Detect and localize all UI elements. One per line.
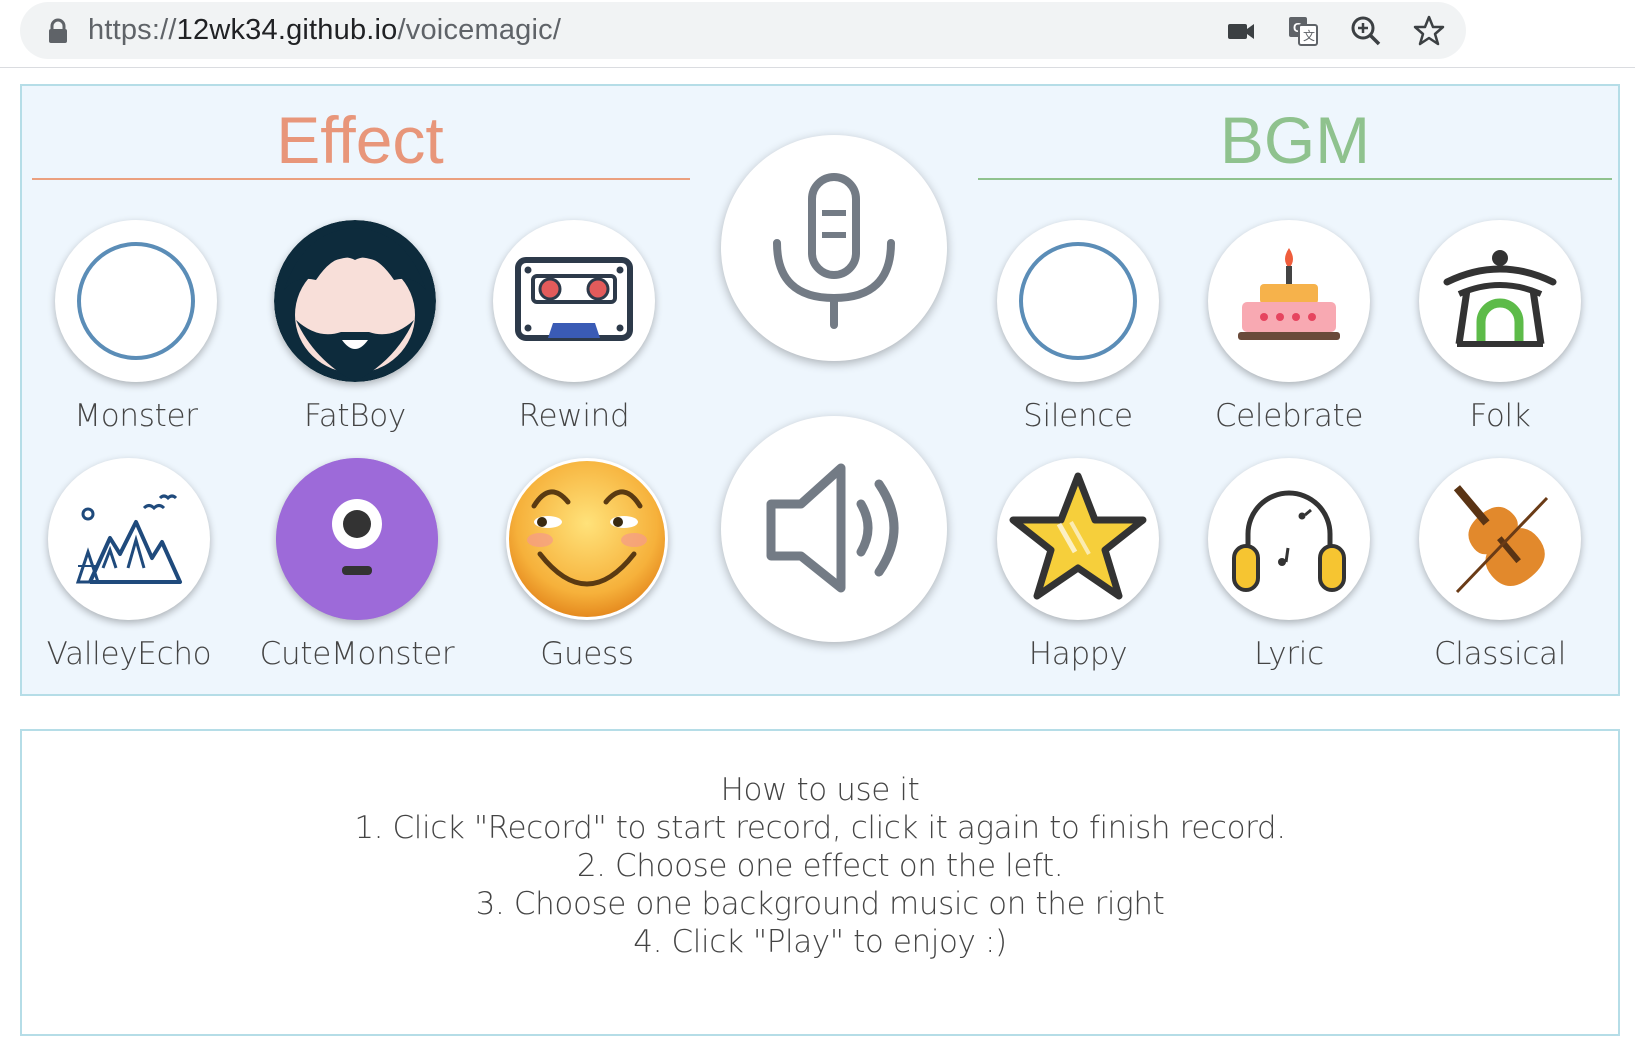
bgm-happy[interactable]: Happy bbox=[973, 458, 1183, 672]
zoom-icon[interactable] bbox=[1349, 14, 1383, 48]
bgm-label: Folk bbox=[1469, 398, 1531, 434]
microphone-icon bbox=[773, 173, 895, 329]
url-scheme: https:// bbox=[88, 14, 177, 46]
bgm-classical[interactable]: Classical bbox=[1395, 458, 1605, 672]
cake-icon bbox=[1238, 248, 1340, 340]
translate-icon[interactable]: G 文 bbox=[1286, 14, 1320, 48]
cassette-icon bbox=[515, 257, 633, 341]
effect-label: ValleyEcho bbox=[46, 636, 212, 672]
bgm-folk-button[interactable] bbox=[1419, 220, 1581, 382]
bgm-label: Happy bbox=[1028, 636, 1128, 672]
effect-divider bbox=[32, 178, 690, 180]
url-text[interactable]: https://12wk34.github.io/voicemagic/ bbox=[88, 14, 561, 47]
bgm-lyric-button[interactable] bbox=[1208, 458, 1370, 620]
speaker-icon bbox=[766, 463, 899, 593]
bgm-folk[interactable]: Folk bbox=[1395, 220, 1605, 434]
bookmark-star-icon[interactable] bbox=[1412, 14, 1446, 48]
instructions-step: 4. Click "Play" to enjoy :) bbox=[633, 924, 1007, 960]
effect-rewind-button[interactable] bbox=[493, 220, 655, 382]
bgm-celebrate-button[interactable] bbox=[1208, 220, 1370, 382]
camera-icon[interactable] bbox=[1224, 14, 1258, 48]
voice-magic-panel: Effect BGM Monster FatBoy Rewind ValleyE… bbox=[20, 84, 1620, 696]
effect-valleyecho[interactable]: ValleyEcho bbox=[24, 458, 234, 672]
bgm-label: Celebrate bbox=[1214, 398, 1364, 434]
url-host: 12wk34.github.io bbox=[176, 14, 398, 46]
effect-fatboy[interactable]: FatBoy bbox=[250, 220, 460, 434]
effect-title: Effect bbox=[276, 103, 444, 177]
effect-label: Monster bbox=[74, 398, 198, 434]
smirk-emoji-icon bbox=[509, 461, 665, 617]
ring-icon bbox=[1019, 242, 1137, 360]
effect-label: CuteMonster bbox=[259, 636, 455, 672]
bgm-classical-button[interactable] bbox=[1419, 458, 1581, 620]
effect-label: FatBoy bbox=[304, 398, 406, 434]
bgm-label: Silence bbox=[1023, 398, 1133, 434]
bgm-silence-button[interactable] bbox=[997, 220, 1159, 382]
effect-cutemonster[interactable]: CuteMonster bbox=[252, 458, 462, 672]
effect-valleyecho-button[interactable] bbox=[48, 458, 210, 620]
instructions-step: 1. Click "Record" to start record, click… bbox=[354, 810, 1286, 846]
bearded-face-icon bbox=[274, 220, 436, 382]
effect-guess[interactable]: Guess bbox=[482, 458, 692, 672]
violin-icon bbox=[1453, 485, 1549, 594]
effect-label: Rewind bbox=[518, 398, 630, 434]
effect-monster[interactable]: Monster bbox=[31, 220, 241, 434]
effect-fatboy-button[interactable] bbox=[274, 220, 436, 382]
instructions-box: How to use it 1. Click "Record" to start… bbox=[20, 729, 1620, 1036]
record-button[interactable] bbox=[721, 135, 947, 361]
bgm-label: Lyric bbox=[1254, 636, 1324, 672]
lock-icon[interactable] bbox=[46, 18, 70, 44]
bgm-divider bbox=[978, 178, 1612, 180]
effect-guess-button[interactable] bbox=[506, 458, 668, 620]
bgm-happy-button[interactable] bbox=[997, 458, 1159, 620]
headphones-icon bbox=[1232, 490, 1346, 592]
pavilion-icon bbox=[1443, 250, 1557, 347]
one-eyed-monster-icon bbox=[276, 458, 438, 620]
bgm-celebrate[interactable]: Celebrate bbox=[1184, 220, 1394, 434]
bgm-title: BGM bbox=[1219, 103, 1371, 177]
mountains-icon bbox=[75, 494, 182, 584]
star-icon bbox=[1009, 472, 1147, 600]
bgm-lyric[interactable]: Lyric bbox=[1184, 458, 1394, 672]
effect-monster-button[interactable] bbox=[55, 220, 217, 382]
instructions-heading: How to use it bbox=[720, 772, 920, 808]
instructions-step: 3. Choose one background music on the ri… bbox=[475, 886, 1165, 922]
ring-icon bbox=[77, 242, 195, 360]
url-path: /voicemagic/ bbox=[397, 14, 562, 46]
address-bar[interactable]: https://12wk34.github.io/voicemagic/ G 文 bbox=[20, 2, 1466, 59]
svg-text:文: 文 bbox=[1303, 28, 1315, 43]
toolbar-divider bbox=[0, 67, 1635, 68]
play-button[interactable] bbox=[721, 416, 947, 642]
instructions-step: 2. Choose one effect on the left. bbox=[576, 848, 1064, 884]
effect-label: Guess bbox=[540, 636, 634, 672]
effect-rewind[interactable]: Rewind bbox=[469, 220, 679, 434]
effect-cutemonster-button[interactable] bbox=[276, 458, 438, 620]
bgm-label: Classical bbox=[1433, 636, 1567, 672]
bgm-silence[interactable]: Silence bbox=[973, 220, 1183, 434]
